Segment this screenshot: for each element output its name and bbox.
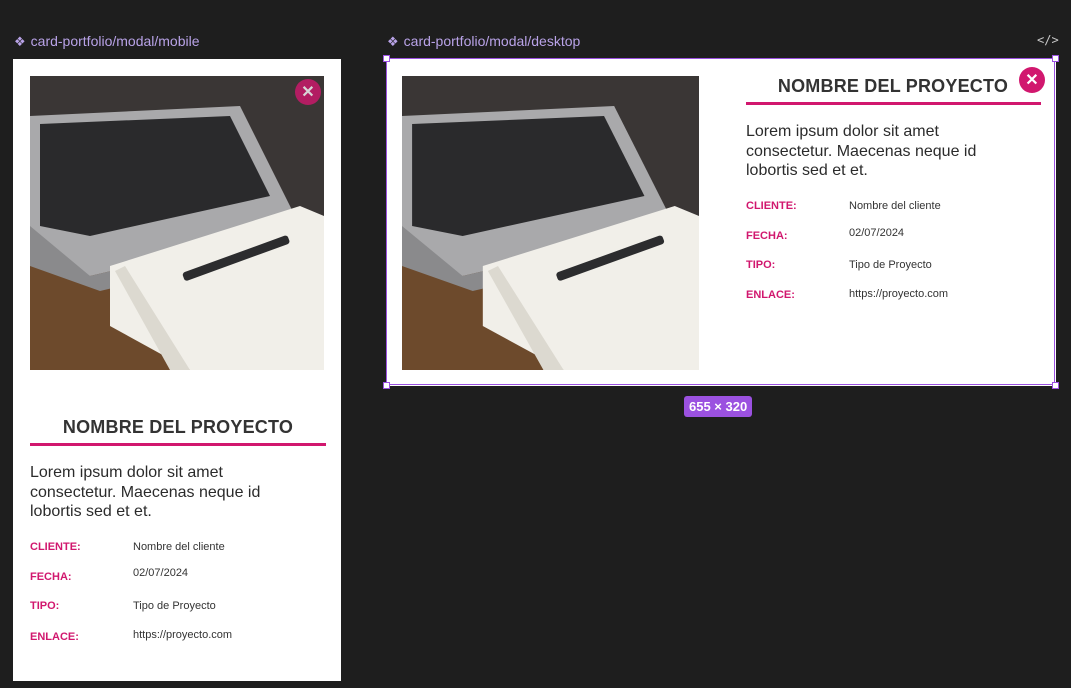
component-icon: ❖ <box>14 33 26 49</box>
field-row: ENLACE: https://proyecto.com <box>746 288 948 301</box>
mobile-modal-card[interactable]: ✕ NOMBRE DEL PROYECTO Lorem ipsum dolor … <box>13 59 341 681</box>
resize-handle[interactable] <box>1052 55 1059 62</box>
frame-label-text: card-portfolio/modal/desktop <box>403 33 581 49</box>
project-description: Lorem ipsum dolor sit amet consectetur. … <box>30 464 261 520</box>
close-icon: ✕ <box>1025 72 1039 89</box>
field-row: FECHA: 02/07/2024 <box>746 227 905 242</box>
close-button[interactable]: ✕ <box>1019 67 1045 93</box>
component-icon: ❖ <box>387 33 399 49</box>
field-value: Nombre del cliente <box>133 541 225 553</box>
frame-label-desktop[interactable]: ❖ card-portfolio/modal/desktop <box>387 33 580 49</box>
resize-handle[interactable] <box>1052 382 1059 389</box>
field-row: TIPO: Tipo de Proyecto <box>30 600 216 612</box>
field-link[interactable]: https://proyecto.com <box>849 288 948 301</box>
field-label: ENLACE: <box>746 289 795 301</box>
size-badge: 655 × 320 <box>684 396 753 417</box>
field-label: TIPO: <box>30 600 60 612</box>
field-row: TIPO: Tipo de Proyecto <box>746 259 932 271</box>
title-underline <box>746 102 1041 105</box>
project-title: NOMBRE DEL PROYECTO <box>777 76 1009 96</box>
field-value: Tipo de Proyecto <box>133 600 216 612</box>
resize-handle[interactable] <box>383 55 390 62</box>
field-value: Nombre del cliente <box>849 200 941 212</box>
field-value: Tipo de Proyecto <box>849 259 932 271</box>
frame-label-text: card-portfolio/modal/mobile <box>30 33 200 49</box>
project-image <box>402 76 699 370</box>
project-image <box>30 76 324 370</box>
resize-handle[interactable] <box>383 382 390 389</box>
title-underline <box>30 443 326 446</box>
project-title: NOMBRE DEL PROYECTO <box>62 417 294 437</box>
field-label: CLIENTE: <box>746 200 797 212</box>
field-label: CLIENTE: <box>30 541 81 553</box>
field-row: CLIENTE: Nombre del cliente <box>746 200 941 212</box>
field-label: FECHA: <box>30 571 72 583</box>
code-icon[interactable]: </> <box>1037 33 1059 47</box>
field-row: FECHA: 02/07/2024 <box>30 567 189 583</box>
field-value: 02/07/2024 <box>133 567 189 579</box>
frame-label-mobile[interactable]: ❖ card-portfolio/modal/mobile <box>14 33 200 49</box>
field-label: FECHA: <box>746 230 788 242</box>
field-row: CLIENTE: Nombre del cliente <box>30 541 225 553</box>
field-row: ENLACE: https://proyecto.com <box>30 629 232 643</box>
field-link[interactable]: https://proyecto.com <box>133 629 232 643</box>
close-icon: ✕ <box>301 84 315 101</box>
project-description: Lorem ipsum dolor sit amet consectetur. … <box>746 123 977 179</box>
field-label: ENLACE: <box>30 631 79 643</box>
field-value: 02/07/2024 <box>849 227 905 239</box>
close-button[interactable]: ✕ <box>295 79 321 105</box>
field-label: TIPO: <box>746 259 776 271</box>
desktop-modal-card[interactable]: NOMBRE DEL PROYECTO ✕ Lorem ipsum dolor … <box>387 59 1056 386</box>
